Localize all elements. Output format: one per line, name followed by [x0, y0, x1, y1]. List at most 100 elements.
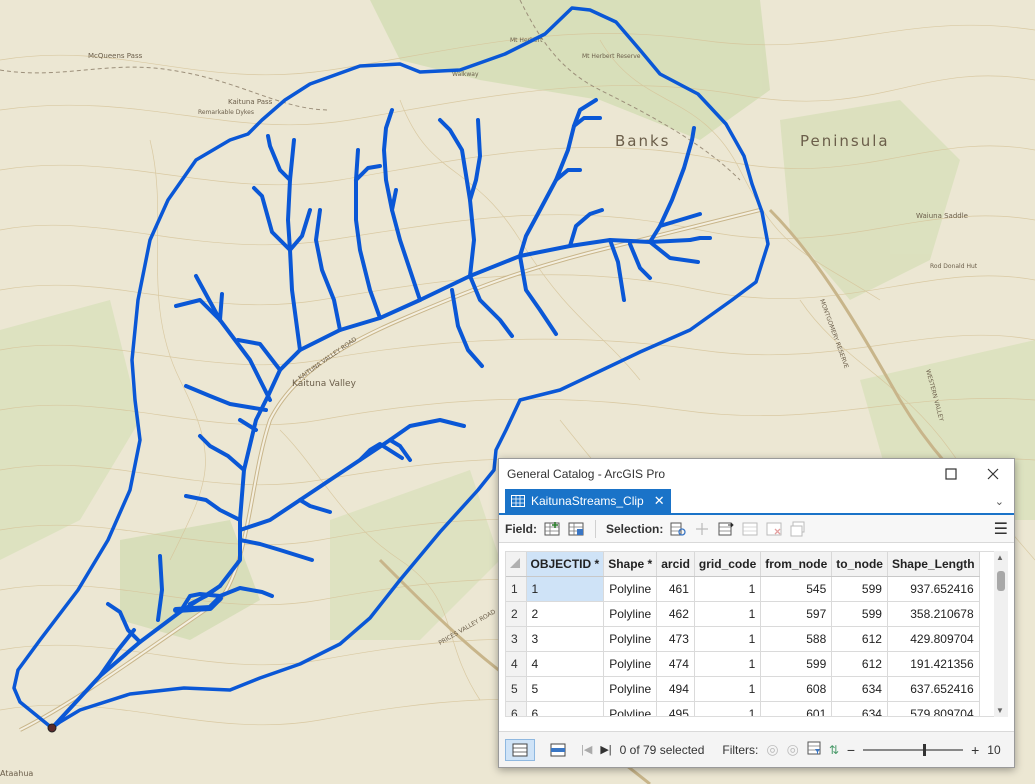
column-header-grid-code[interactable]: grid_code: [694, 552, 762, 577]
table-cell[interactable]: 579.809704: [887, 701, 980, 716]
attribute-table[interactable]: OBJECTID * Shape * arcid grid_code from_…: [505, 551, 1000, 717]
delete-selection-icon[interactable]: [765, 520, 783, 538]
table-cell[interactable]: 608: [760, 676, 833, 702]
table-cell[interactable]: 429.809704: [887, 626, 980, 652]
table-cell[interactable]: 5: [526, 676, 605, 702]
outlet-point[interactable]: [47, 723, 57, 733]
close-window-button[interactable]: [972, 459, 1014, 489]
table-row[interactable]: 2 2 Polyline 462 1 597 599 358.210678: [506, 601, 980, 627]
table-cell[interactable]: 599: [831, 576, 888, 602]
table-cell[interactable]: 1: [694, 676, 762, 702]
zoom-slider-knob[interactable]: [923, 743, 927, 756]
close-tab-icon[interactable]: ✕: [654, 493, 665, 509]
filter-extent-icon[interactable]: ◎: [766, 741, 778, 758]
show-all-records-button[interactable]: [505, 738, 535, 761]
clear-selection-icon[interactable]: [741, 520, 759, 538]
table-cell[interactable]: 597: [760, 601, 833, 627]
table-row[interactable]: 1 1 Polyline 461 1 545 599 937.652416: [506, 576, 980, 602]
menu-hamburger-icon[interactable]: ☰: [994, 519, 1008, 539]
row-number[interactable]: 1: [506, 576, 527, 602]
column-header-to-node[interactable]: to_node: [831, 552, 888, 577]
table-cell[interactable]: 1: [526, 576, 605, 602]
filter-time-icon[interactable]: ◎: [787, 741, 799, 758]
stream-upper-east[interactable]: [688, 236, 712, 242]
table-cell[interactable]: 191.421356: [887, 651, 980, 677]
select-by-attributes-icon[interactable]: [669, 520, 687, 538]
table-cell[interactable]: 1: [694, 651, 762, 677]
show-selected-records-button[interactable]: [543, 739, 573, 761]
window-titlebar[interactable]: General Catalog - ArcGIS Pro: [499, 459, 1014, 489]
zoom-out-icon[interactable]: −: [847, 742, 855, 758]
sort-icon[interactable]: ⇅: [829, 743, 839, 757]
table-cell[interactable]: 634: [831, 676, 888, 702]
tab-label: KaitunaStreams_Clip: [531, 494, 644, 508]
table-cell[interactable]: Polyline: [603, 651, 658, 677]
field-label: Field:: [505, 521, 537, 536]
table-row[interactable]: 5 5 Polyline 494 1 608 634 637.652416: [506, 676, 980, 702]
table-cell[interactable]: 1: [694, 576, 762, 602]
table-cell[interactable]: 494: [656, 676, 695, 702]
general-catalog-window[interactable]: General Catalog - ArcGIS Pro KaitunaStre…: [498, 458, 1015, 768]
column-header-from-node[interactable]: from_node: [760, 552, 833, 577]
add-field-icon[interactable]: [543, 520, 561, 538]
table-cell[interactable]: 545: [760, 576, 833, 602]
column-header-shape-length[interactable]: Shape_Length: [887, 552, 980, 577]
table-cell[interactable]: 601: [760, 701, 833, 716]
column-header-objectid[interactable]: OBJECTID *: [526, 552, 605, 577]
table-cell[interactable]: 637.652416: [887, 676, 980, 702]
table-row[interactable]: 3 3 Polyline 473 1 588 612 429.809704: [506, 626, 980, 652]
zoom-in-icon[interactable]: +: [971, 742, 979, 758]
row-number[interactable]: 2: [506, 601, 527, 627]
row-number[interactable]: 4: [506, 651, 527, 677]
table-cell[interactable]: Polyline: [603, 626, 658, 652]
scrollbar-thumb[interactable]: [997, 571, 1005, 591]
column-header-arcid[interactable]: arcid: [656, 552, 695, 577]
table-cell[interactable]: 612: [831, 651, 888, 677]
maximize-button[interactable]: [930, 459, 972, 489]
table-cell[interactable]: 6: [526, 701, 605, 716]
table-cell[interactable]: 4: [526, 651, 605, 677]
select-all-corner[interactable]: [506, 552, 527, 577]
table-cell[interactable]: Polyline: [603, 676, 658, 702]
table-cell[interactable]: Polyline: [603, 701, 658, 716]
table-cell[interactable]: 358.210678: [887, 601, 980, 627]
row-number[interactable]: 5: [506, 676, 527, 702]
table-cell[interactable]: 599: [831, 601, 888, 627]
row-number[interactable]: 6: [506, 701, 527, 716]
scroll-up-icon[interactable]: ▲: [996, 553, 1004, 562]
table-cell[interactable]: Polyline: [603, 601, 658, 627]
row-number[interactable]: 3: [506, 626, 527, 652]
next-record-icon[interactable]: ▶|: [600, 743, 611, 756]
table-cell[interactable]: 495: [656, 701, 695, 716]
map-label-peninsula: Peninsula: [800, 132, 890, 150]
zoom-slider[interactable]: [863, 743, 964, 756]
previous-record-icon[interactable]: |◀: [581, 743, 592, 756]
calculate-field-icon[interactable]: [567, 520, 585, 538]
table-cell[interactable]: 2: [526, 601, 605, 627]
table-cell[interactable]: 599: [760, 651, 833, 677]
zoom-to-selection-icon[interactable]: [693, 520, 711, 538]
table-cell[interactable]: 937.652416: [887, 576, 980, 602]
column-header-shape[interactable]: Shape *: [603, 552, 658, 577]
chevron-down-icon[interactable]: ⌄: [995, 495, 1004, 508]
filter-table-icon[interactable]: [807, 741, 821, 758]
tab-kaitunastreams-clip[interactable]: KaitunaStreams_Clip ✕: [505, 489, 671, 513]
table-cell[interactable]: 1: [694, 626, 762, 652]
table-cell[interactable]: 474: [656, 651, 695, 677]
table-cell[interactable]: 1: [694, 601, 762, 627]
scroll-down-icon[interactable]: ▼: [996, 706, 1004, 715]
table-cell[interactable]: 612: [831, 626, 888, 652]
table-row[interactable]: 4 4 Polyline 474 1 599 612 191.421356: [506, 651, 980, 677]
table-cell[interactable]: Polyline: [603, 576, 658, 602]
copy-selection-icon[interactable]: [789, 520, 807, 538]
table-cell[interactable]: 1: [694, 701, 762, 716]
table-row[interactable]: 6 6 Polyline 495 1 601 634 579.809704: [506, 701, 980, 716]
table-cell[interactable]: 461: [656, 576, 695, 602]
table-cell[interactable]: 3: [526, 626, 605, 652]
switch-selection-icon[interactable]: [717, 520, 735, 538]
vertical-scrollbar[interactable]: ▲ ▼: [994, 551, 1008, 717]
table-cell[interactable]: 588: [760, 626, 833, 652]
table-cell[interactable]: 634: [831, 701, 888, 716]
table-cell[interactable]: 462: [656, 601, 695, 627]
table-cell[interactable]: 473: [656, 626, 695, 652]
